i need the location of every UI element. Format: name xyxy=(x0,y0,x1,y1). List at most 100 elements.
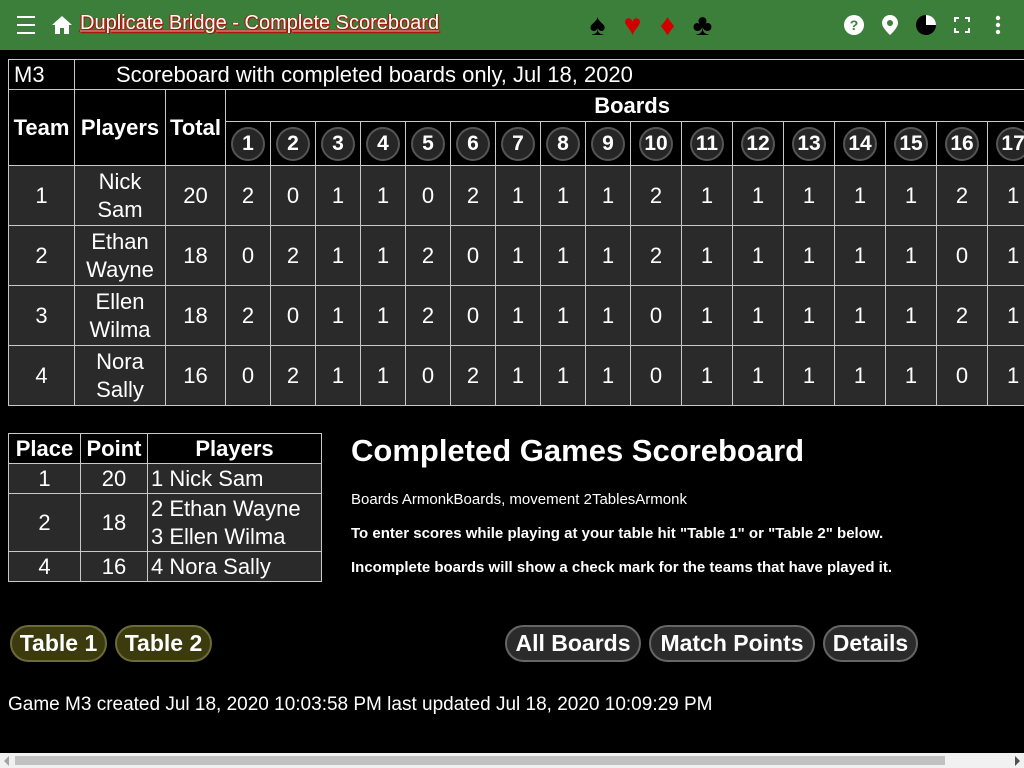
total-cell: 16 xyxy=(165,345,226,406)
menu-icon[interactable] xyxy=(14,13,38,37)
board-score-cell: 2 xyxy=(270,345,316,406)
board-score-cell: 1 xyxy=(681,285,733,346)
board-score-cell: 2 xyxy=(405,285,451,346)
diamond-icon: ♦ xyxy=(659,9,676,42)
page-title: Duplicate Bridge - Complete Scoreboard xyxy=(80,12,440,34)
total-cell: 20 xyxy=(165,165,226,226)
board-score-cell: 1 xyxy=(315,345,361,406)
place-cell: 1 xyxy=(8,463,81,494)
scroll-right-icon[interactable] xyxy=(1015,756,1020,766)
board-score-cell: 1 xyxy=(885,165,937,226)
board-score-cell: 0 xyxy=(630,345,682,406)
team-header: Team xyxy=(8,89,75,166)
fullscreen-icon[interactable] xyxy=(950,13,974,37)
board-number-badge[interactable]: 10 xyxy=(639,126,673,161)
board-score-cell: 1 xyxy=(495,285,541,346)
app-bar: Duplicate Bridge - Complete Scoreboard ♠… xyxy=(0,0,1024,50)
team-cell: 3 xyxy=(8,285,75,346)
board-number-badge[interactable]: 16 xyxy=(945,126,979,161)
scoreboard-caption: Scoreboard with completed boards only, J… xyxy=(73,59,1024,90)
details-button[interactable]: Details xyxy=(823,625,918,662)
place-players-cell: 4 Nora Sally xyxy=(147,551,322,582)
board-number-badge[interactable]: 17 xyxy=(996,126,1024,161)
table-row: 2 18 2 Ethan Wayne 3 Ellen Wilma xyxy=(8,493,322,552)
board-score-cell: 1 xyxy=(540,285,586,346)
board-score-cell: 1 xyxy=(681,345,733,406)
board-number-badge[interactable]: 8 xyxy=(546,126,580,161)
board-number-badge[interactable]: 14 xyxy=(843,126,877,161)
location-icon[interactable] xyxy=(878,13,902,37)
players-cell: Nick Sam xyxy=(74,165,166,226)
board-number-cell: 3 xyxy=(315,121,361,166)
board-number-cell: 9 xyxy=(585,121,631,166)
club-icon: ♣ xyxy=(692,9,713,42)
board-score-cell: 2 xyxy=(450,345,496,406)
point-header: Point xyxy=(80,433,148,464)
board-score-cell: 0 xyxy=(225,345,271,406)
board-score-cell: 0 xyxy=(450,225,496,286)
total-cell: 18 xyxy=(165,225,226,286)
board-number-badge[interactable]: 9 xyxy=(591,126,625,161)
board-score-cell: 0 xyxy=(270,165,316,226)
board-score-cell: 1 xyxy=(732,165,784,226)
scrollbar-thumb[interactable] xyxy=(15,756,945,765)
board-number-cell: 6 xyxy=(450,121,496,166)
theme-icon[interactable] xyxy=(914,13,938,37)
board-score-cell: 1 xyxy=(783,345,835,406)
board-number-badge[interactable]: 1 xyxy=(231,126,265,161)
player-pair: 3 Ellen Wilma xyxy=(151,523,286,549)
board-number-badge[interactable]: 7 xyxy=(501,126,535,161)
board-score-cell: 2 xyxy=(630,165,682,226)
place-header: Place xyxy=(8,433,81,464)
point-cell: 18 xyxy=(80,493,148,552)
board-number-badge[interactable]: 15 xyxy=(894,126,928,161)
board-score-cell: 1 xyxy=(783,285,835,346)
board-score-cell: 1 xyxy=(495,225,541,286)
board-score-cell: 1 xyxy=(315,285,361,346)
board-number-badge[interactable]: 11 xyxy=(690,126,724,161)
board-score-cell: 2 xyxy=(936,165,988,226)
table-1-button[interactable]: Table 1 xyxy=(10,625,107,662)
board-score-cell: 0 xyxy=(405,345,451,406)
scroll-left-icon[interactable] xyxy=(4,756,9,766)
board-number-cell: 13 xyxy=(783,121,835,166)
help-icon[interactable]: ? xyxy=(842,13,866,37)
board-number-badge[interactable]: 13 xyxy=(792,126,826,161)
scoreboard-table: M3 Scoreboard with completed boards only… xyxy=(8,59,1024,406)
all-boards-button[interactable]: All Boards xyxy=(505,625,641,662)
board-number-cell: 11 xyxy=(681,121,733,166)
home-icon[interactable] xyxy=(50,13,74,37)
horizontal-scrollbar[interactable] xyxy=(0,753,1024,768)
board-number-badge[interactable]: 3 xyxy=(321,126,355,161)
board-number-badge[interactable]: 4 xyxy=(366,126,400,161)
more-vert-icon[interactable] xyxy=(986,13,1010,37)
board-number-cell: 16 xyxy=(936,121,988,166)
boards-header: Boards xyxy=(224,89,1024,122)
svg-text:?: ? xyxy=(850,17,859,33)
place-players-cell: 1 Nick Sam xyxy=(147,463,322,494)
board-number-badge[interactable]: 12 xyxy=(741,126,775,161)
board-score-cell: 1 xyxy=(783,165,835,226)
board-score-cell: 0 xyxy=(405,165,451,226)
board-score-cell: 0 xyxy=(630,285,682,346)
board-score-cell: 1 xyxy=(495,345,541,406)
table-2-button[interactable]: Table 2 xyxy=(115,625,212,662)
point-cell: 16 xyxy=(80,551,148,582)
board-score-cell: 1 xyxy=(360,225,406,286)
board-score-cell: 0 xyxy=(270,285,316,346)
table-row: 3 Ellen Wilma 18 2 0 1 1 2 0 1 1 1 0 1 1 1 1 1 2 1 xyxy=(8,285,1024,346)
place-cell: 2 xyxy=(8,493,81,552)
players-header: Players xyxy=(74,89,166,166)
board-score-cell: 0 xyxy=(936,345,988,406)
board-score-cell: 2 xyxy=(936,285,988,346)
board-number-cell: 12 xyxy=(732,121,784,166)
board-number-cell: 14 xyxy=(834,121,886,166)
players-header: Players xyxy=(147,433,322,464)
board-number-badge[interactable]: 2 xyxy=(276,126,310,161)
team-cell: 4 xyxy=(8,345,75,406)
team-cell: 1 xyxy=(8,165,75,226)
board-number-badge[interactable]: 6 xyxy=(456,126,490,161)
suit-symbols: ♠ ♥ ♦ ♣ xyxy=(584,8,716,44)
match-points-button[interactable]: Match Points xyxy=(649,625,815,662)
board-number-badge[interactable]: 5 xyxy=(411,126,445,161)
